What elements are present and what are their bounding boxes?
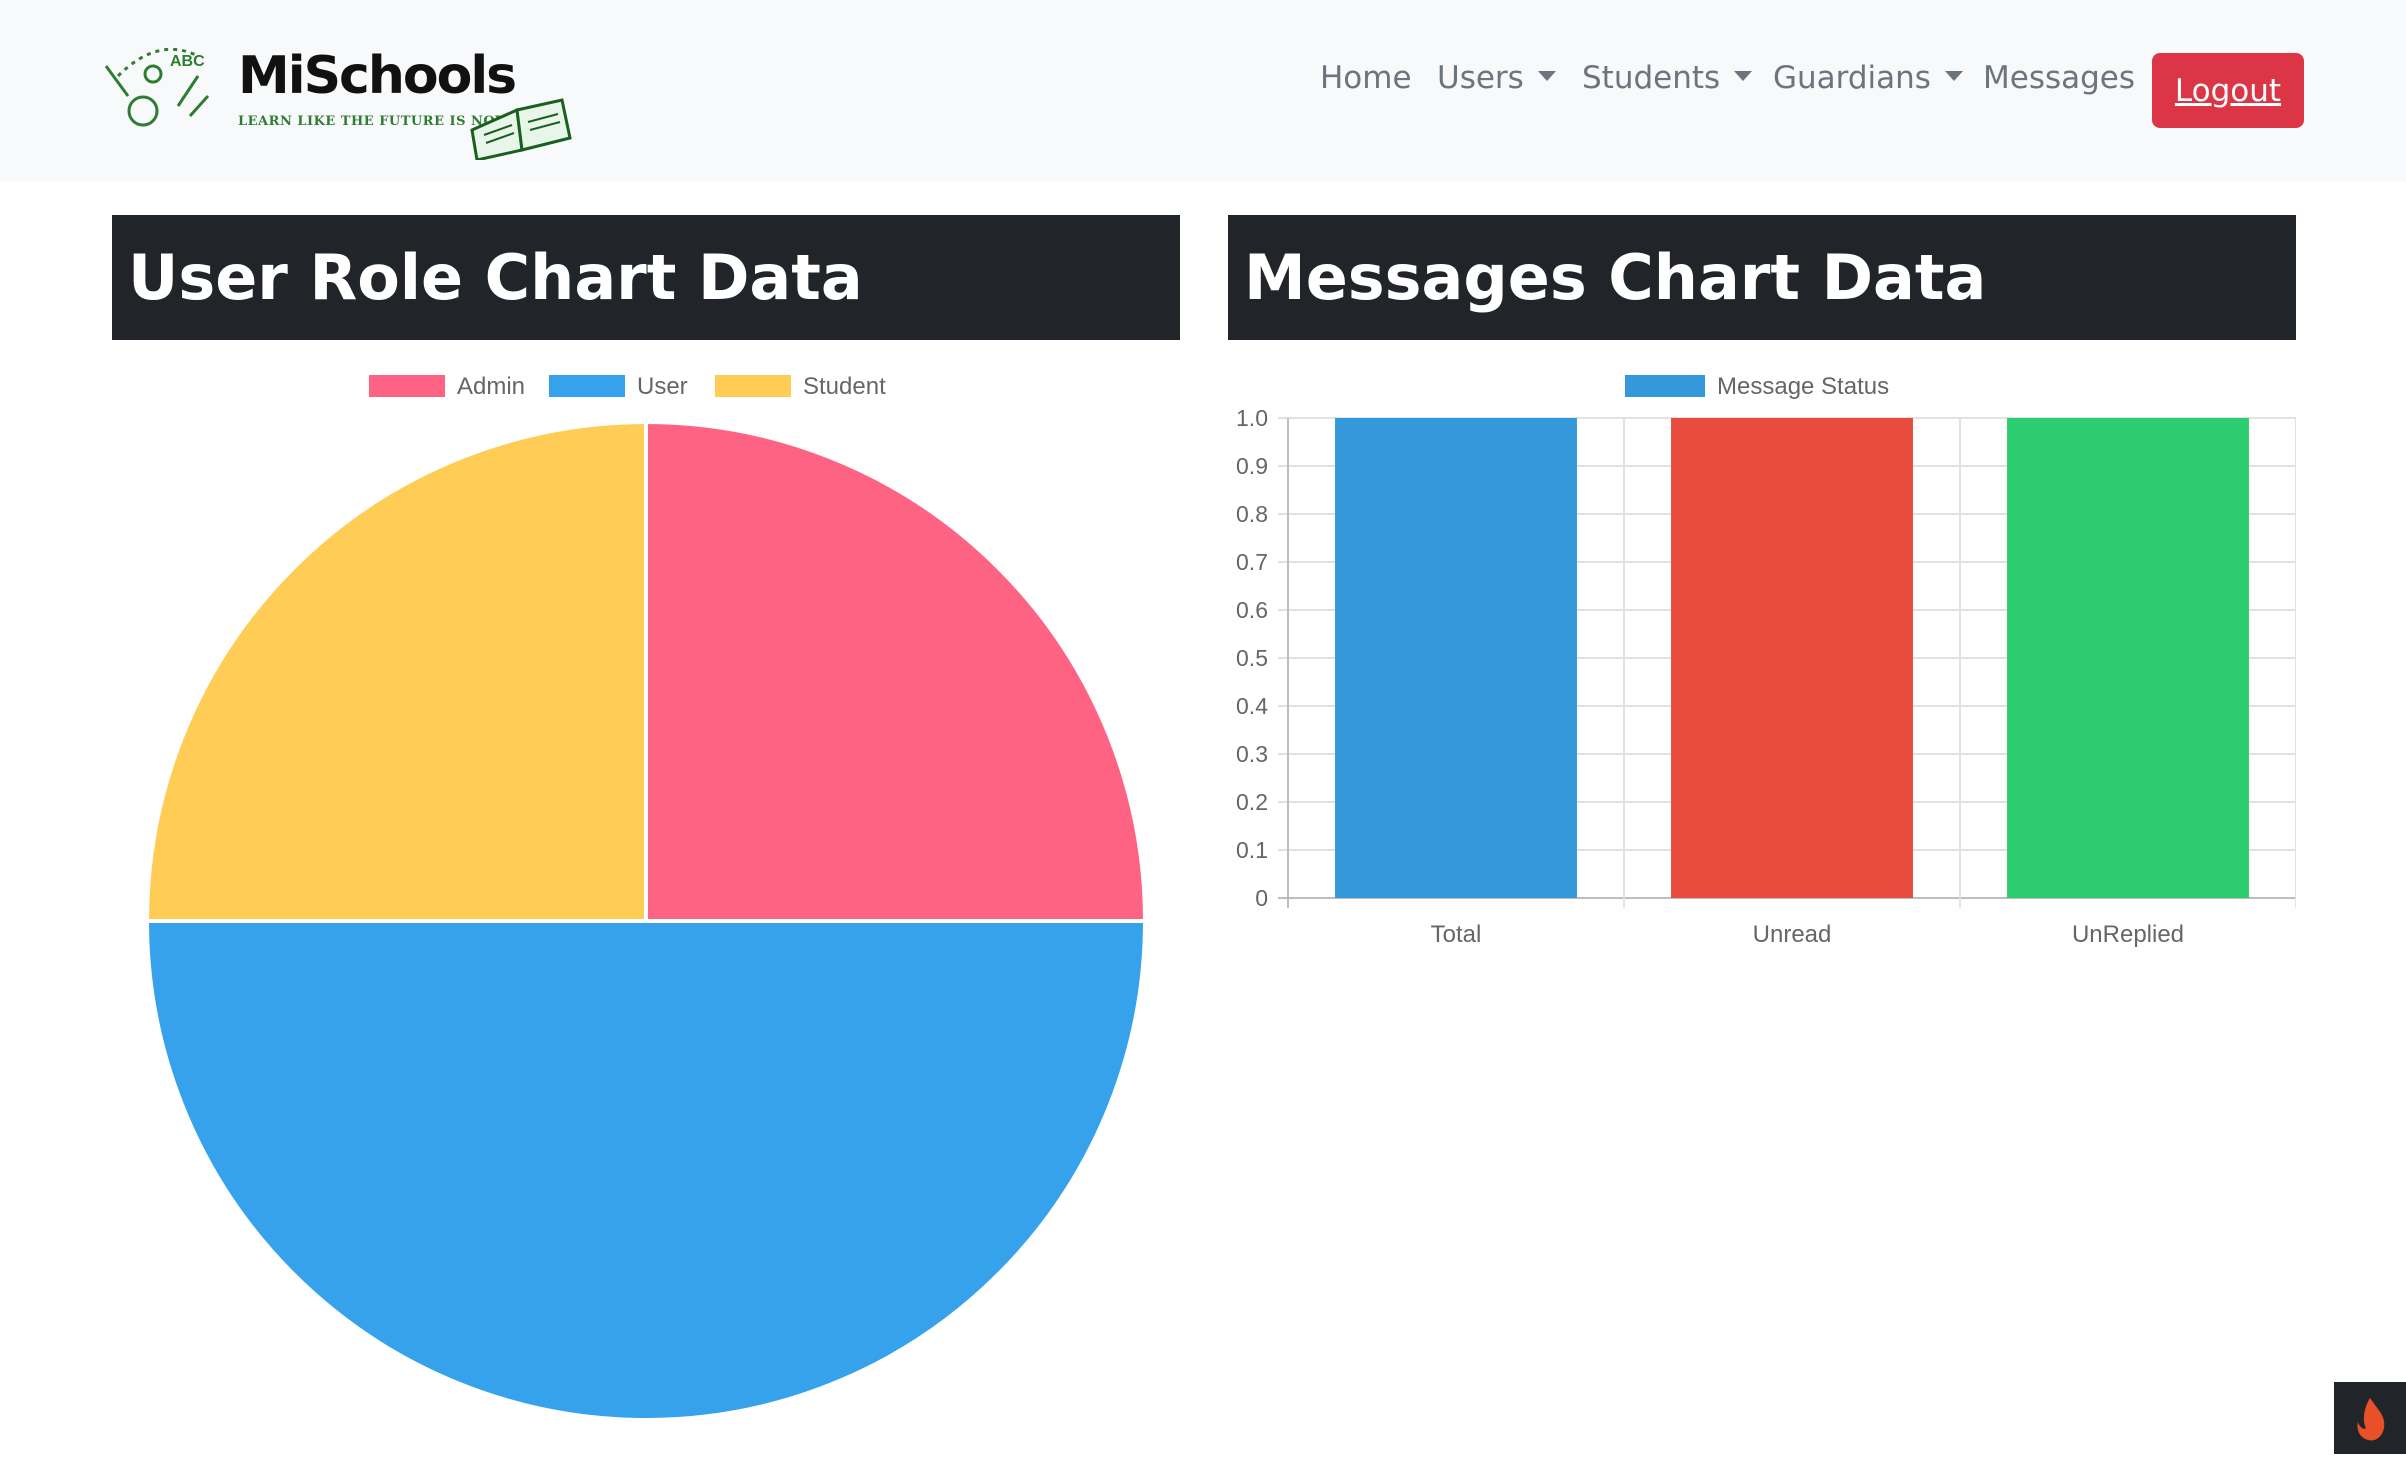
y-tick-label: 1.0 [1236,405,1268,431]
nav-guardians-dropdown[interactable]: Guardians [1773,56,1963,100]
nav-messages[interactable]: Messages [1983,56,2135,100]
y-tick-label: 0.1 [1236,837,1268,863]
x-tick-label: Unread [1753,921,1832,948]
y-tick-label: 0.5 [1236,645,1268,671]
pie-slice-user[interactable] [144,919,1148,1422]
y-tick-label: 0.4 [1236,693,1268,719]
user-role-panel-title: User Role Chart Data [112,215,1180,340]
y-tick-label: 0.8 [1236,501,1268,527]
y-tick-label: 0.2 [1236,789,1268,815]
chevron-down-icon [1734,70,1753,81]
user-role-pie-chart: Admin User Student [112,355,1180,1454]
y-tick-label: 0.3 [1236,741,1268,767]
x-tick-label: UnReplied [2072,921,2184,948]
nav-home[interactable]: Home [1320,56,1412,100]
nav-users-label: Users [1437,60,1524,96]
chevron-down-icon [1537,70,1556,81]
y-tick-label: 0.6 [1236,597,1268,623]
chevron-down-icon [1944,70,1963,81]
navbar: ABC MiSchools LEARN LIKE THE FUTURE IS N… [0,0,2406,181]
school-doodle-icon: ABC [104,47,210,127]
bar-unreplied[interactable] [2007,418,2249,898]
messages-bar-chart: Message Status 0 0.1 0.2 0.3 0.4 0.5 0.6 0.7 0.8 0… [1228,355,2297,975]
pie-slice-student[interactable] [144,419,648,923]
bar-total[interactable] [1335,418,1577,898]
legend-swatch-student[interactable] [715,375,791,397]
nav-guardians-label: Guardians [1773,60,1931,96]
legend-label-admin[interactable]: Admin [457,373,525,400]
pie-chart-svg: Admin User Student [144,373,1148,1422]
nav-students-dropdown[interactable]: Students [1582,56,1753,100]
svg-text:ABC: ABC [170,53,205,70]
debug-toolbar-button[interactable] [2334,1382,2406,1454]
y-tick-label: 0.9 [1236,453,1268,479]
messages-panel-title: Messages Chart Data [1228,215,2296,340]
legend-label-user[interactable]: User [637,373,688,400]
legend-swatch-user[interactable] [549,375,625,397]
open-book-icon [470,98,572,160]
nav-users-dropdown[interactable]: Users [1437,56,1556,100]
legend-swatch-admin[interactable] [369,375,445,397]
legend-label-message-status[interactable]: Message Status [1717,373,1889,400]
nav-students-label: Students [1582,60,1721,96]
legend-label-student[interactable]: Student [803,373,886,400]
legend-swatch-message-status[interactable] [1625,375,1705,397]
pie-slice-admin[interactable] [644,419,1148,923]
brand-logo[interactable]: ABC MiSchools LEARN LIKE THE FUTURE IS N… [98,36,608,160]
y-tick-label: 0 [1255,885,1268,911]
logout-button[interactable]: Logout [2152,53,2304,128]
y-tick-label: 0.7 [1236,549,1268,575]
flame-icon [2357,1398,2385,1441]
x-tick-label: Total [1431,921,1482,948]
bar-chart-svg: Message Status 0 0.1 0.2 0.3 0.4 0.5 0.6 0.7 0.8 0… [1236,373,2297,948]
bar-unread[interactable] [1671,418,1913,898]
